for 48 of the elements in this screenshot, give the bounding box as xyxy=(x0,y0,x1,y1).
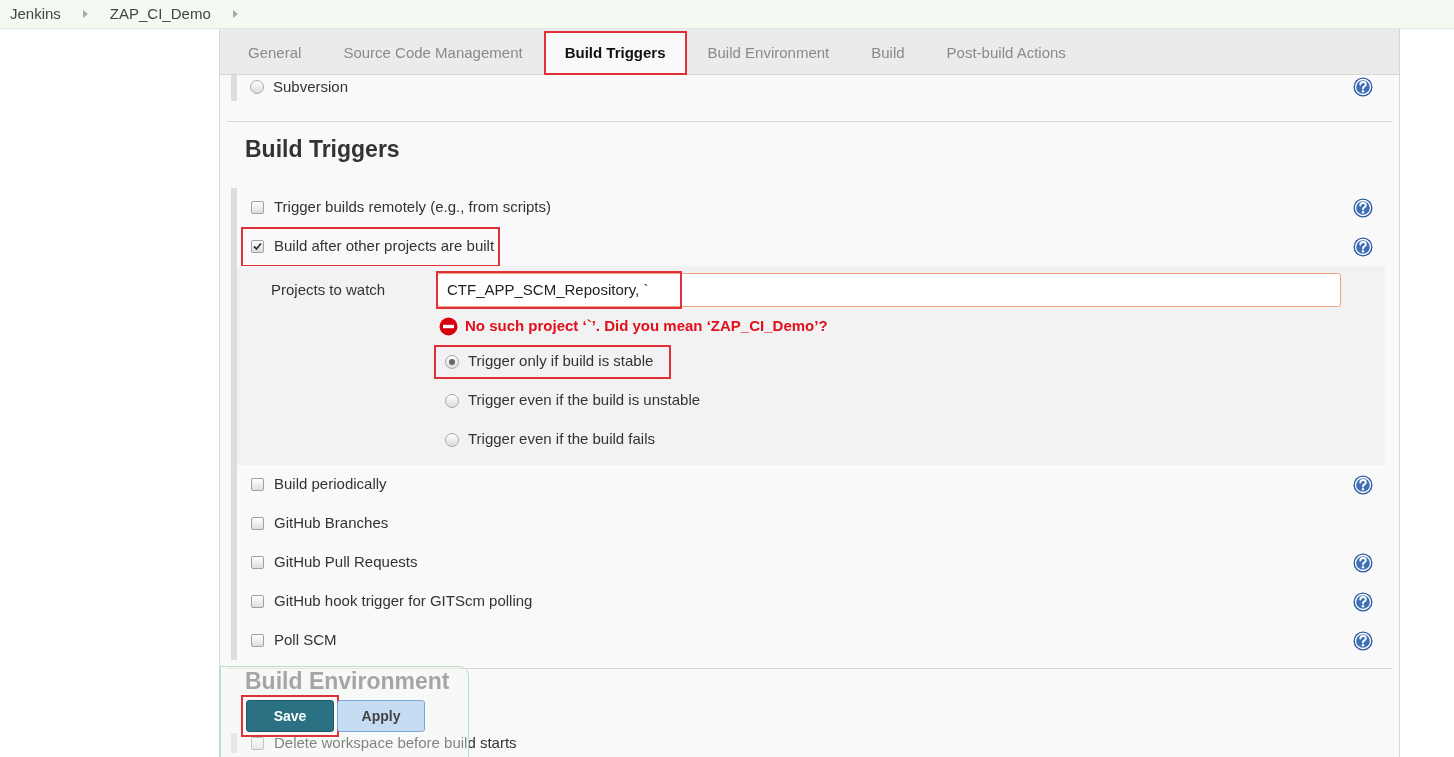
tab[interactable]: Build Triggers xyxy=(543,31,687,75)
checkbox[interactable] xyxy=(251,240,264,253)
help-icon[interactable] xyxy=(1353,236,1373,257)
help-icon[interactable] xyxy=(1353,77,1373,97)
option-label: Trigger only if build is stable xyxy=(468,351,654,372)
option-label: Trigger even if the build is unstable xyxy=(468,390,701,411)
checkbox[interactable] xyxy=(251,201,264,214)
radio-button[interactable] xyxy=(445,354,459,369)
option-label: Build periodically xyxy=(274,474,387,495)
tab[interactable]: General xyxy=(227,31,323,75)
checkbox[interactable] xyxy=(251,478,264,491)
checkbox[interactable] xyxy=(251,634,264,647)
section-heading: Build Environment xyxy=(245,669,451,693)
projects-input[interactable]: CTF_APP_SCM_Repository, ` xyxy=(437,273,1341,307)
save-button[interactable]: Save xyxy=(246,700,334,732)
help-icon[interactable] xyxy=(1353,630,1373,651)
tab[interactable]: Post-build Actions xyxy=(925,31,1087,75)
tab[interactable]: Build xyxy=(850,31,926,75)
breadcrumb-link[interactable]: Jenkins xyxy=(10,2,61,26)
field-label: Projects to watch xyxy=(270,279,387,300)
tab[interactable]: Build Environment xyxy=(686,31,851,75)
section-heading: Build Triggers xyxy=(245,135,401,162)
radio-button[interactable] xyxy=(445,393,459,408)
option-label: Build after other projects are built xyxy=(274,236,495,257)
breadcrumb-link[interactable]: ZAP_CI_Demo xyxy=(109,2,211,26)
help-icon[interactable] xyxy=(1353,474,1373,495)
checkbox[interactable] xyxy=(251,556,264,569)
radio-button[interactable] xyxy=(445,432,459,447)
option-label: GitHub Branches xyxy=(274,513,389,534)
error-icon xyxy=(439,316,458,336)
help-icon[interactable] xyxy=(1353,552,1373,573)
option-label: Subversion xyxy=(273,76,349,97)
option-label: Trigger even if the build fails xyxy=(468,429,656,450)
checkbox[interactable] xyxy=(251,595,264,608)
radio-button[interactable] xyxy=(250,80,264,94)
chevron-icon[interactable] xyxy=(232,10,238,18)
option-label: Poll SCM xyxy=(274,630,337,651)
error-message: No such project ‘`’. Did you mean ‘ZAP_CI_Demo’? xyxy=(465,315,828,336)
option-label: Delete workspace before build starts xyxy=(274,732,517,753)
chevron-icon[interactable] xyxy=(82,10,88,18)
help-icon[interactable] xyxy=(1353,197,1373,218)
help-icon[interactable] xyxy=(1353,591,1373,612)
tab[interactable]: Source Code Management xyxy=(322,31,544,75)
option-label: GitHub Pull Requests xyxy=(274,552,418,573)
apply-button[interactable]: Apply xyxy=(337,700,425,732)
checkbox[interactable] xyxy=(251,517,264,530)
option-label: GitHub hook trigger for GITScm polling xyxy=(274,591,533,612)
option-label: Trigger builds remotely (e.g., from scripts) xyxy=(274,197,552,218)
